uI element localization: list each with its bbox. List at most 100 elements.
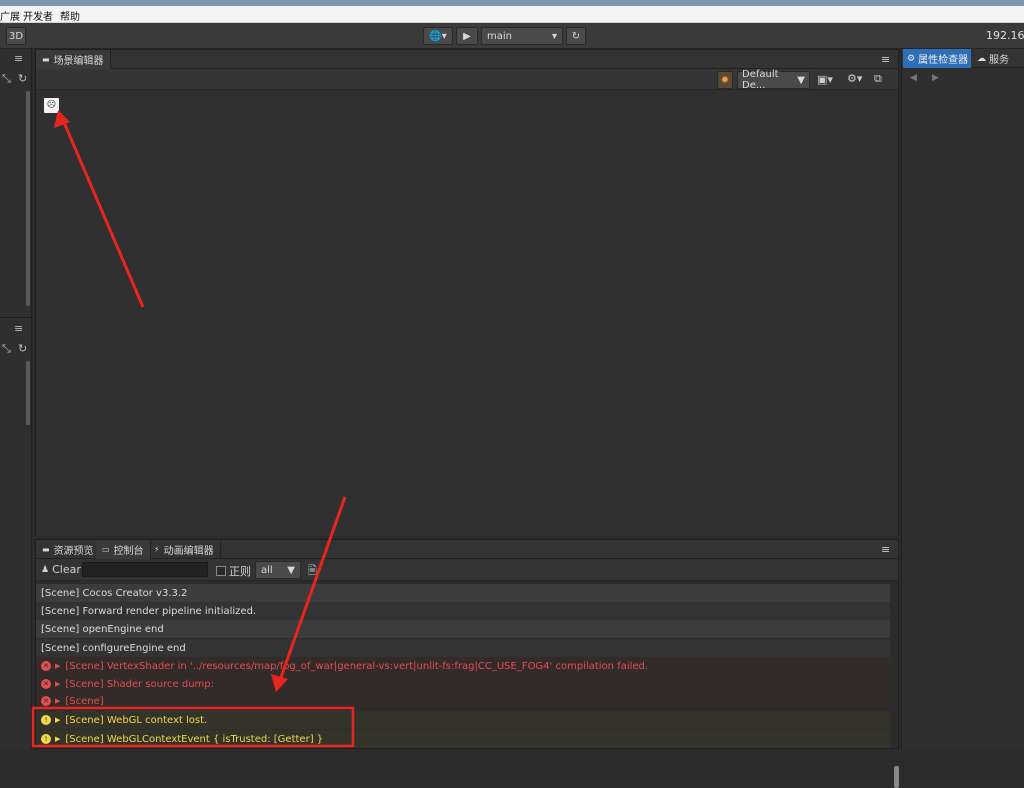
log-scrollbar-thumb[interactable] <box>894 766 899 788</box>
refresh-icon[interactable]: ↻ <box>18 342 27 355</box>
chevron-down-icon: ▾ <box>551 30 557 42</box>
tab-label: 服务 <box>989 55 1009 66</box>
open-log-file-icon[interactable]: 🗎 <box>308 562 317 581</box>
panel-menu-icon[interactable]: ≡ <box>881 53 890 66</box>
panel-menu-icon[interactable]: ≡ <box>881 543 890 556</box>
console-toolbar: ♟ Clear 正则 all ▼ 🗎 <box>36 559 898 581</box>
camera-select[interactable]: Default De... ▼ <box>737 69 810 91</box>
scrollbar[interactable] <box>26 91 30 306</box>
log-row[interactable]: ✕ ▶ [Scene] Shader source dump: <box>36 675 890 693</box>
log-row[interactable]: ✕ ▶ [Scene] VertexShader in '../resource… <box>36 657 890 675</box>
play-button[interactable]: ▶ <box>456 27 478 45</box>
refresh-button[interactable]: ↻ <box>566 27 586 45</box>
scene-editor-panel: ▬ 场景编辑器 ≡ ✹ Default De... ▼ ▣▾ ⚙▾ ⧉ ☹ <box>35 49 899 536</box>
tab-scene-editor[interactable]: ▬ 场景编辑器 <box>36 50 111 69</box>
expand-arrow-icon[interactable]: ▶ <box>55 662 60 670</box>
checkbox-box[interactable] <box>216 566 226 576</box>
expand-arrow-icon[interactable]: ▶ <box>55 680 60 688</box>
log-row[interactable]: ! ▶ [Scene] WebGLContextEvent { isTruste… <box>36 730 890 748</box>
log-text: [Scene] WebGL context lost. <box>65 714 208 726</box>
globe-icon: 🌐▾ <box>429 30 447 42</box>
error-icon: ✕ <box>41 661 51 671</box>
log-text: [Scene] openEngine end <box>41 623 164 635</box>
collapse-icon[interactable]: ⤡ <box>2 72 11 86</box>
scene-toolbar: ✹ Default De... ▼ ▣▾ ⚙▾ ⧉ <box>36 69 898 91</box>
server-ip-label[interactable]: 192.168. <box>986 29 1024 42</box>
log-row[interactable]: ! ▶ [Scene] WebGL context lost. <box>36 711 890 729</box>
chevron-down-icon: ▼ <box>287 564 295 576</box>
log-text: [Scene] Shader source dump: <box>65 678 214 690</box>
inspector-tabbar: ⚙ 属性检查器 ☁ 服务 <box>902 49 1024 68</box>
console-panel: ▬ 资源预览 ▭ 控制台 ⚡ 动画编辑器 ≡ ♟ Clear 正则 all ▼ … <box>35 539 899 788</box>
window-title-strip <box>0 0 1024 6</box>
console-tabbar: ▬ 资源预览 ▭ 控制台 ⚡ 动画编辑器 ≡ <box>36 540 898 559</box>
sun-icon: ✹ <box>720 74 730 86</box>
tab-assets-preview[interactable]: ▬ 资源预览 <box>36 540 101 559</box>
animation-icon: ⚡ <box>154 545 160 554</box>
cloud-icon: ☁ <box>977 53 986 64</box>
clear-button[interactable]: ♟ Clear <box>41 563 81 576</box>
tab-services[interactable]: ☁ 服务 <box>973 49 1009 68</box>
camera-select-label: Default De... <box>742 69 779 91</box>
broom-icon: ♟ <box>41 564 50 575</box>
log-list: [Scene] Cocos Creator v3.3.2 [Scene] For… <box>36 584 899 788</box>
log-level-select[interactable]: all ▼ <box>255 561 301 579</box>
regex-label: 正则 <box>229 565 251 578</box>
menu-developer[interactable]: 开发者 <box>23 8 53 23</box>
terminal-icon: ▭ <box>102 545 110 554</box>
divider <box>0 317 31 318</box>
tab-animation-editor[interactable]: ⚡ 动画编辑器 <box>148 540 221 559</box>
play-icon: ▶ <box>463 30 471 42</box>
back-arrow-icon[interactable]: ◀ <box>910 73 917 83</box>
log-row[interactable]: [Scene] Forward render pipeline initiali… <box>36 602 890 620</box>
log-row[interactable]: [Scene] configureEngine end <box>36 639 890 657</box>
error-icon: ✕ <box>41 679 51 689</box>
gear-icon[interactable]: ⚙▾ <box>847 72 862 85</box>
warning-icon: ! <box>41 715 51 725</box>
menu-extensions[interactable]: 广展 <box>0 8 20 23</box>
log-text: [Scene] <box>65 695 104 707</box>
expand-arrow-icon[interactable]: ▶ <box>55 697 60 705</box>
scene-tabbar: ▬ 场景编辑器 ≡ <box>36 50 898 69</box>
forward-arrow-icon[interactable]: ▶ <box>932 73 939 83</box>
camera-icon[interactable]: ▣▾ <box>817 73 833 86</box>
mode-3d-button[interactable]: 3D <box>6 27 26 45</box>
expand-arrow-icon[interactable]: ▶ <box>55 716 60 724</box>
clear-label: Clear <box>52 563 81 576</box>
hierarchy-strip: ≡ ⤡ ↻ ≡ ⤡ ↻ <box>0 49 32 749</box>
folder-icon: ▬ <box>42 545 50 554</box>
refresh-icon: ↻ <box>571 30 581 42</box>
platform-select[interactable]: 🌐▾ <box>423 27 453 45</box>
collapse-icon[interactable]: ⤡ <box>2 342 11 356</box>
menu-icon[interactable]: ≡ <box>14 322 23 335</box>
log-text: [Scene] configureEngine end <box>41 642 186 654</box>
scrollbar[interactable] <box>26 361 30 425</box>
gear-icon: ⚙ <box>907 53 916 64</box>
menu-help[interactable]: 帮助 <box>60 8 80 23</box>
log-row[interactable]: [Scene] openEngine end <box>36 620 890 638</box>
scene-select[interactable]: main ▾ <box>481 27 563 45</box>
log-text: [Scene] VertexShader in '../resources/ma… <box>65 660 649 672</box>
tab-label: 属性检查器 <box>918 55 969 66</box>
refresh-icon[interactable]: ↻ <box>18 72 27 85</box>
tab-inspector[interactable]: ⚙ 属性检查器 <box>903 49 971 68</box>
warning-icon: ! <box>41 734 51 744</box>
log-row[interactable]: ✕ ▶ [Scene] <box>36 694 890 708</box>
lighting-toggle[interactable]: ✹ <box>717 71 733 89</box>
error-icon: ✕ <box>41 696 51 706</box>
search-input[interactable] <box>82 562 208 577</box>
expand-arrow-icon[interactable]: ▶ <box>55 735 60 743</box>
maximize-icon[interactable]: ⧉ <box>874 72 882 86</box>
regex-checkbox[interactable]: 正则 <box>216 563 251 579</box>
tab-label: 控制台 <box>113 546 144 557</box>
log-text: [Scene] Forward render pipeline initiali… <box>41 605 257 617</box>
menu-icon[interactable]: ≡ <box>14 52 23 65</box>
scene-select-label: main <box>487 30 512 42</box>
log-text: [Scene] WebGLContextEvent { isTrusted: [… <box>65 733 324 745</box>
scene-viewport[interactable]: ☹ <box>36 90 898 536</box>
log-row[interactable]: [Scene] Cocos Creator v3.3.2 <box>36 584 890 602</box>
tab-label: 动画编辑器 <box>163 546 214 557</box>
tab-console[interactable]: ▭ 控制台 <box>96 540 151 559</box>
main-toolbar: 3D 🌐▾ ▶ main ▾ ↻ 192.168. <box>0 23 1024 49</box>
chevron-down-icon: ▼ <box>797 74 805 86</box>
